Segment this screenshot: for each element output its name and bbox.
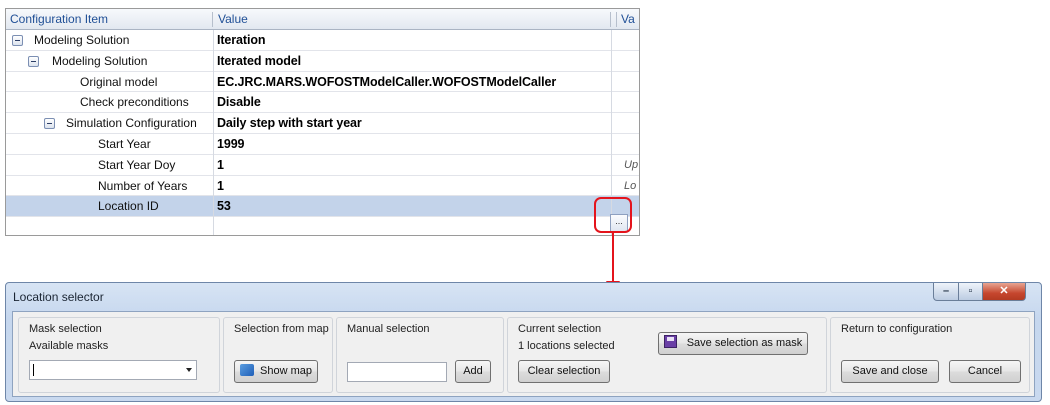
row-value[interactable]: 1 (217, 155, 612, 175)
show-map-label: Show map (260, 365, 312, 377)
minimize-button[interactable]: – (933, 283, 959, 301)
return-configuration-title: Return to configuration (841, 323, 953, 335)
row-label: Start Year (98, 136, 151, 151)
manual-selection-group: Manual selection Add (336, 317, 504, 393)
callout-highlight-box (594, 197, 632, 233)
grid-row[interactable]: Modeling Solution Iteration (6, 30, 639, 51)
column-divider (213, 30, 214, 235)
text-caret (33, 364, 34, 376)
column-header-third[interactable]: Va (617, 9, 639, 30)
available-masks-combobox[interactable] (29, 360, 197, 380)
callout-arrow-line (612, 233, 614, 283)
return-configuration-group: Return to configuration Save and close C… (830, 317, 1030, 393)
maximize-icon: ▫ (968, 285, 973, 297)
row-label: Modeling Solution (52, 53, 148, 68)
row-label: Check preconditions (80, 95, 189, 110)
save-selection-as-mask-button[interactable]: Save selection as mask (658, 332, 808, 355)
row-label: Modeling Solution (34, 33, 130, 47)
available-masks-label: Available masks (29, 340, 109, 352)
property-grid: Configuration Item Value Va Modeling Sol… (5, 8, 640, 236)
window-content: Mask selection Available masks Selection… (12, 311, 1035, 397)
map-selection-group: Selection from map Show map (223, 317, 333, 393)
manual-location-input[interactable] (347, 362, 447, 382)
grid-row[interactable]: Start Year 1999 (6, 134, 639, 155)
show-map-button[interactable]: Show map (234, 360, 318, 383)
add-button[interactable]: Add (455, 360, 491, 383)
row-value[interactable]: EC.JRC.MARS.WOFOSTModelCaller.WOFOSTMode… (217, 72, 612, 92)
window-title: Location selector (13, 290, 104, 304)
column-divider[interactable] (212, 12, 213, 27)
map-selection-title: Selection from map (234, 323, 329, 335)
row-value[interactable]: Iteration (217, 30, 612, 50)
row-label: Location ID (98, 199, 159, 214)
grid-row[interactable]: Start Year Doy 1 Up (6, 155, 639, 176)
grid-header: Configuration Item Value Va (6, 9, 639, 30)
minimize-icon: – (942, 285, 950, 297)
row-value[interactable]: 1 (217, 176, 612, 196)
save-icon (663, 335, 677, 348)
grid-rows: Modeling Solution Iteration Modeling Solut… (6, 30, 639, 218)
column-divider[interactable] (610, 12, 611, 27)
current-selection-group: Current selection 1 locations selected S… (507, 317, 827, 393)
row-value[interactable]: Disable (217, 92, 612, 112)
grid-row[interactable]: Location ID 53 (6, 196, 639, 218)
row-label: Start Year Doy (98, 157, 176, 172)
mask-selection-group: Mask selection Available masks (18, 317, 220, 393)
grid-row[interactable]: Original model EC.JRC.MARS.WOFOSTModelCal… (6, 72, 639, 93)
save-selection-label: Save selection as mask (686, 337, 803, 349)
row-value[interactable]: Daily step with start year (217, 113, 612, 133)
selection-count-text: 1 locations selected (518, 340, 615, 352)
clear-selection-button[interactable]: Clear selection (518, 360, 610, 383)
map-icon (240, 364, 254, 376)
row-value[interactable]: 53 (217, 196, 612, 216)
location-selector-window: Location selector – ▫ ✕ Mask selection A… (5, 282, 1042, 402)
row-extra-value: Lo (624, 179, 637, 192)
maximize-button[interactable]: ▫ (958, 283, 983, 301)
close-button[interactable]: ✕ (982, 283, 1026, 301)
row-label: Original model (80, 74, 158, 89)
close-icon: ✕ (999, 285, 1009, 297)
manual-selection-title: Manual selection (347, 323, 430, 335)
row-value[interactable]: Iterated model (217, 51, 612, 71)
chevron-down-icon[interactable] (186, 368, 192, 372)
grid-row[interactable]: Simulation Configuration Daily step with … (6, 113, 639, 134)
current-selection-title: Current selection (518, 323, 602, 335)
column-header-configuration-item[interactable]: Configuration Item (6, 9, 211, 30)
row-value[interactable]: 1999 (217, 134, 612, 154)
save-and-close-button[interactable]: Save and close (841, 360, 939, 383)
column-header-value[interactable]: Value (214, 9, 609, 30)
row-extra-value: Up (624, 158, 639, 171)
grid-row[interactable]: Modeling Solution Iterated model (6, 51, 639, 72)
cancel-button[interactable]: Cancel (949, 360, 1021, 383)
row-label: Number of Years (98, 178, 188, 193)
mask-selection-title: Mask selection (29, 323, 102, 335)
grid-row[interactable]: Check preconditions Disable (6, 92, 639, 114)
row-label: Simulation Configuration (66, 116, 197, 131)
grid-row[interactable]: Number of Years 1 Lo (6, 176, 639, 197)
